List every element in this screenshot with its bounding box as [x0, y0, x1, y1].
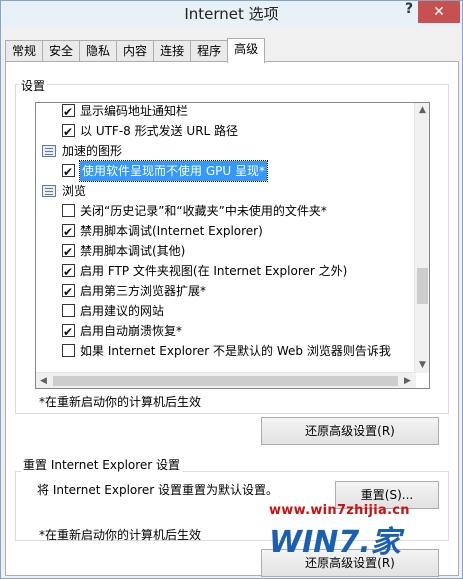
- settings-option-row[interactable]: 启用 FTP 文件夹视图(在 Internet Explorer 之外): [36, 261, 416, 282]
- scroll-left-arrow-icon[interactable]: ◀: [36, 373, 51, 388]
- close-button[interactable]: ✕: [418, 1, 460, 23]
- settings-checkbox[interactable]: [62, 344, 75, 357]
- settings-option-row[interactable]: 禁用脚本调试(Internet Explorer): [36, 221, 416, 242]
- tab-content[interactable]: 内容: [116, 40, 155, 62]
- vertical-scroll-thumb[interactable]: [417, 268, 428, 304]
- settings-option-label: 如果 Internet Explorer 不是默认的 Web 浏览器则告诉我: [80, 344, 391, 358]
- settings-option-label: 启用建议的网站: [80, 304, 165, 318]
- tab-strip: 常规 安全 隐私 内容 连接 程序 高级: [5, 38, 266, 63]
- scroll-down-arrow-icon[interactable]: ▼: [415, 358, 429, 373]
- restart-note-2: *在重新启动你的计算机后生效: [39, 528, 202, 542]
- watermark-url: www.win7zhijia.cn: [269, 503, 410, 518]
- tab-security[interactable]: 安全: [42, 40, 81, 62]
- settings-option-row[interactable]: 如果 Internet Explorer 不是默认的 Web 浏览器则告诉我: [36, 341, 416, 361]
- scroll-up-arrow-icon[interactable]: ▲: [415, 103, 429, 118]
- settings-option-row[interactable]: 启用建议的网站: [36, 301, 416, 321]
- window-title: Internet 选项: [184, 5, 279, 23]
- settings-checkbox[interactable]: [62, 222, 75, 242]
- vertical-scrollbar[interactable]: ▲ ▼: [414, 103, 429, 373]
- horizontal-scrollbar[interactable]: ◀ ▶: [36, 372, 416, 388]
- settings-option-label: 使用软件呈现而不使用 GPU 呈现*: [79, 160, 268, 182]
- settings-checkbox[interactable]: [62, 242, 75, 262]
- settings-option-label: 启用 FTP 文件夹视图(在 Internet Explorer 之外): [80, 264, 348, 278]
- settings-option-row[interactable]: 启用第三方浏览器扩展*: [36, 281, 416, 302]
- tab-advanced[interactable]: 高级: [227, 38, 266, 63]
- settings-option-label: 禁用脚本调试(其他): [80, 244, 186, 258]
- settings-option-row[interactable]: 禁用脚本调试(其他): [36, 241, 416, 262]
- graphics-category-icon: [42, 145, 56, 157]
- restore-advanced-button[interactable]: 还原高级设置(R): [261, 417, 439, 445]
- settings-checkbox[interactable]: [62, 262, 75, 282]
- settings-checkbox[interactable]: [62, 322, 75, 342]
- watermark-logo-text: WIN7.家: [269, 525, 401, 560]
- settings-option-label: 以 UTF-8 形式发送 URL 路径: [80, 124, 239, 138]
- tab-programs[interactable]: 程序: [190, 40, 229, 62]
- horizontal-scroll-thumb[interactable]: [53, 376, 398, 386]
- settings-option-label: 关闭“历史记录”和“收藏夹”中未使用的文件夹*: [80, 204, 327, 218]
- settings-option-row[interactable]: 启用自动崩溃恢复*: [36, 321, 416, 342]
- tab-privacy[interactable]: 隐私: [79, 40, 118, 62]
- settings-option-row[interactable]: 使用软件呈现而不使用 GPU 呈现*: [36, 160, 416, 182]
- settings-checkbox[interactable]: [62, 204, 75, 217]
- settings-option-row[interactable]: 关闭“历史记录”和“收藏夹”中未使用的文件夹*: [36, 201, 416, 221]
- settings-category-label: 加速的图形: [62, 144, 123, 158]
- settings-checkbox[interactable]: [62, 282, 75, 302]
- settings-list[interactable]: 显示编码地址通知栏以 UTF-8 形式发送 URL 路径加速的图形使用软件呈现而…: [35, 102, 430, 389]
- help-button[interactable]: ?: [400, 1, 418, 23]
- reset-description: 将 Internet Explorer 设置重置为默认设置。: [37, 483, 279, 497]
- watermark-logo: WIN7.家: [269, 517, 439, 561]
- settings-group-label: 设置: [19, 77, 48, 94]
- scroll-right-arrow-icon[interactable]: ▶: [400, 373, 415, 388]
- settings-checkbox[interactable]: [62, 162, 75, 182]
- internet-options-window: Internet 选项 ? ✕ 常规 安全 隐私 内容 连接 程序 高级 设置 …: [0, 0, 463, 579]
- tab-general[interactable]: 常规: [5, 40, 44, 62]
- settings-option-label: 启用第三方浏览器扩展*: [80, 284, 207, 298]
- settings-list-rows: 显示编码地址通知栏以 UTF-8 形式发送 URL 路径加速的图形使用软件呈现而…: [36, 103, 416, 361]
- settings-option-label: 启用自动崩溃恢复*: [80, 324, 183, 338]
- settings-category-label: 浏览: [62, 184, 87, 198]
- restart-note: *在重新启动你的计算机后生效: [39, 395, 202, 409]
- settings-category-row[interactable]: 浏览: [36, 181, 416, 201]
- title-bar[interactable]: Internet 选项 ? ✕: [1, 1, 462, 27]
- settings-option-row[interactable]: 以 UTF-8 形式发送 URL 路径: [36, 121, 416, 142]
- settings-option-row[interactable]: 显示编码地址通知栏: [36, 103, 416, 122]
- reset-section-title: 重置 Internet Explorer 设置: [21, 456, 183, 473]
- settings-option-label: 显示编码地址通知栏: [80, 104, 189, 118]
- settings-checkbox[interactable]: [62, 122, 75, 142]
- settings-category-row[interactable]: 加速的图形: [36, 141, 416, 161]
- browsing-category-icon: [42, 185, 56, 197]
- settings-option-label: 禁用脚本调试(Internet Explorer): [80, 224, 263, 238]
- settings-checkbox[interactable]: [62, 304, 75, 317]
- tab-connections[interactable]: 连接: [153, 40, 192, 62]
- settings-checkbox[interactable]: [62, 103, 75, 122]
